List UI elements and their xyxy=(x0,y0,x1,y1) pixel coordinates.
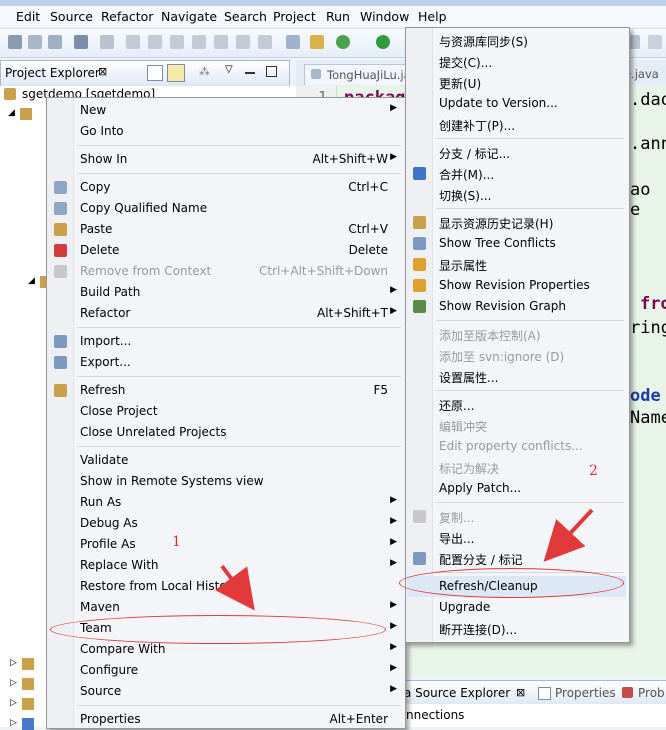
arrow-to-team xyxy=(214,564,255,611)
arrow-to-refresh-cleanup xyxy=(543,508,594,562)
annotation-arrows xyxy=(214,508,594,611)
